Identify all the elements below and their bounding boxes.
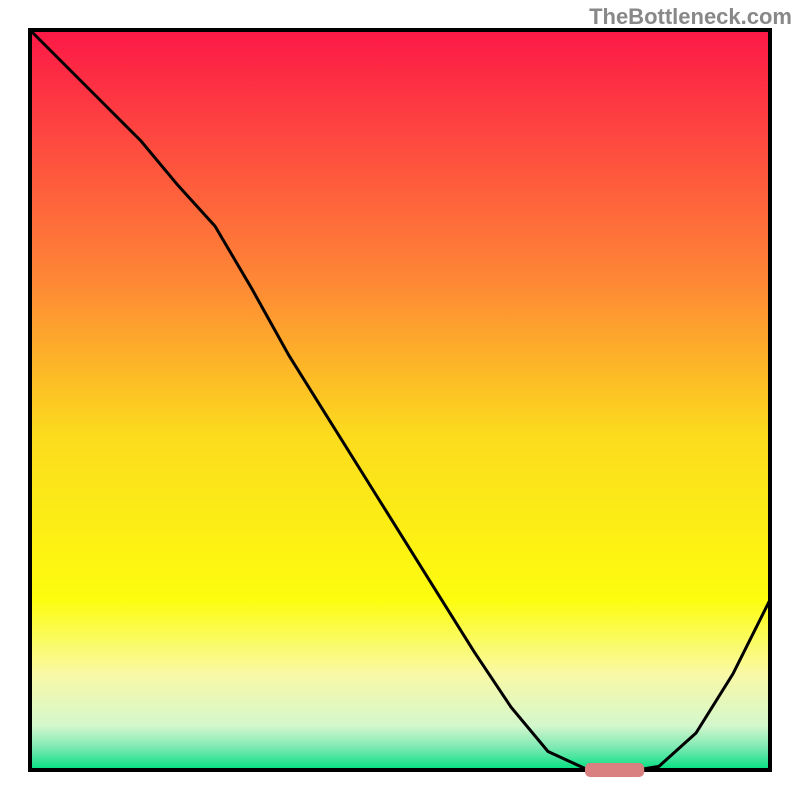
optimal-marker (585, 763, 644, 777)
chart-svg (0, 0, 800, 800)
watermark-text: TheBottleneck.com (589, 4, 792, 30)
chart-container: TheBottleneck.com (0, 0, 800, 800)
